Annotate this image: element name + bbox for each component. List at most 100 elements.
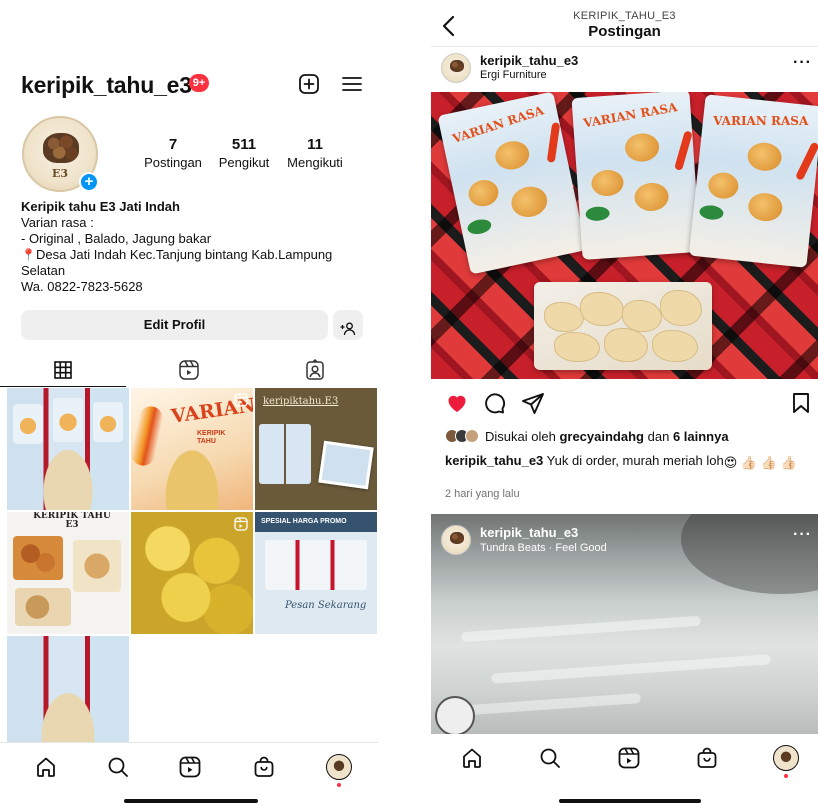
edit-profile-button[interactable]: Edit Profil — [21, 310, 328, 340]
bottom-navigation — [0, 742, 378, 792]
liked-by-user[interactable]: grecyaindahg — [559, 429, 644, 444]
plus-square-icon[interactable] — [298, 73, 320, 95]
grid-e3-header: KERIPIK TAHU E3 — [33, 512, 111, 530]
post-photo[interactable]: VARIAN RASA VARIAN RASA VARIAN RASA — [431, 92, 818, 379]
product-pack: VARIAN RASA — [571, 92, 701, 260]
stat-posts[interactable]: 7 Postingan — [144, 136, 202, 170]
notification-dot — [784, 774, 788, 778]
heart-icon[interactable] — [445, 391, 469, 415]
thumbs-up-emoji-icon: 👍🏻 — [740, 455, 758, 470]
caption-username[interactable]: keripik_tahu_e3 — [445, 453, 543, 468]
next-post-audio[interactable]: Tundra Beats · Feel Good — [480, 542, 607, 554]
home-icon[interactable] — [460, 746, 484, 770]
stat-followers-count: 511 — [231, 136, 257, 153]
comment-icon[interactable] — [482, 391, 506, 415]
product-pack: VARIAN RASA — [437, 92, 587, 275]
profile-username[interactable]: keripik_tahu_e3 — [21, 72, 192, 99]
bio-name: Keripik tahu E3 Jati Indah — [21, 199, 180, 214]
liked-by-row[interactable]: Disukai oleh grecyaindahg dan 6 lainnya — [445, 428, 729, 444]
profile-avatar-icon[interactable] — [773, 745, 799, 771]
home-indicator — [559, 799, 701, 803]
bio-location: 📍Desa Jati Indah Kec.Tanjung bintang Kab… — [21, 247, 351, 279]
share-icon[interactable] — [521, 391, 545, 415]
grid-post-7[interactable] — [7, 636, 129, 742]
next-post-author-avatar[interactable] — [441, 525, 471, 555]
stat-followers-label: Pengikut — [218, 155, 270, 170]
reels-icon[interactable] — [178, 755, 202, 779]
grid-icon — [53, 360, 73, 380]
stat-followers[interactable]: 511 Pengikut — [216, 136, 272, 170]
thumbs-up-emoji-icon: 👍🏻 — [780, 455, 797, 470]
post-caption: keripik_tahu_e3 Yuk di order, murah meri… — [445, 453, 805, 471]
liker-avatar — [465, 429, 479, 443]
bio-line: - Original , Balado, Jagung bakar — [21, 231, 212, 246]
bio-line: Wa. 0822-7823-5628 — [21, 279, 143, 294]
reels-icon[interactable] — [617, 746, 641, 770]
add-story-plus-icon[interactable]: + — [79, 172, 99, 192]
stat-following-count: 11 — [307, 136, 323, 153]
caption-text: Yuk di order, murah meriah loh — [546, 453, 724, 468]
more-options-icon[interactable]: ··· — [793, 54, 812, 72]
stat-following[interactable]: 11 Mengikuti — [285, 136, 345, 170]
plain-chips-bag — [534, 282, 712, 370]
grid-post-3[interactable]: keripiktahu.E3 — [255, 388, 377, 510]
next-post-video[interactable]: keripik_tahu_e3 Tundra Beats · Feel Good… — [431, 514, 818, 734]
grid-post-6[interactable]: SPESIAL HARGA PROMO Pesan Sekarang — [255, 512, 377, 634]
post-header-username: KERIPIK_TAHU_E3 — [573, 10, 676, 22]
tofu-chips-logo — [43, 133, 79, 163]
reel-indicator-icon — [234, 393, 248, 407]
bio-location-text: Desa Jati Indah Kec.Tanjung bintang Kab.… — [21, 247, 333, 278]
tab-grid[interactable] — [0, 353, 126, 387]
grid-post-5[interactable] — [131, 512, 253, 634]
bookmark-icon[interactable] — [789, 391, 813, 415]
liked-prefix: Disukai oleh — [485, 428, 556, 444]
profile-tabs — [0, 353, 378, 387]
grid-post-4[interactable]: KERIPIK TAHU E3 — [7, 512, 129, 634]
search-icon[interactable] — [538, 746, 562, 770]
pack-title: VARIAN RASA — [582, 100, 679, 131]
home-indicator — [124, 799, 258, 803]
post-author-sub[interactable]: Ergi Furniture — [480, 69, 547, 81]
watermark-logo — [435, 696, 475, 734]
reel-indicator-icon — [234, 517, 248, 531]
next-post-author-name[interactable]: keripik_tahu_e3 — [480, 525, 578, 540]
shop-icon[interactable] — [695, 746, 719, 770]
discover-people-button[interactable] — [333, 310, 363, 340]
post-timestamp: 2 hari yang lalu — [445, 488, 520, 500]
grid-brand-text: keripiktahu.E3 — [263, 396, 339, 407]
notification-badge[interactable]: 9+ — [189, 74, 209, 92]
liked-others[interactable]: 6 lainnya — [673, 429, 729, 444]
location-pin-icon: 📍 — [21, 248, 36, 262]
liked-mid: dan — [647, 428, 670, 444]
bottom-navigation — [431, 734, 818, 790]
post-header-title: Postingan — [588, 23, 661, 40]
stat-posts-count: 7 — [168, 136, 178, 153]
heart-eyes-emoji-icon: 😍 — [723, 455, 738, 470]
profile-bio: Keripik tahu E3 Jati Indah Varian rasa :… — [21, 199, 351, 295]
stat-following-label: Mengikuti — [287, 155, 343, 170]
post-screen: KERIPIK_TAHU_E3 Postingan keripik_tahu_e… — [431, 0, 818, 805]
notification-dot — [337, 783, 341, 787]
more-options-icon[interactable]: ··· — [793, 526, 812, 544]
posts-grid: VARIAN KERIPIK TAHU keripiktahu.E3 KERIP… — [7, 388, 377, 742]
product-pack: VARIAN RASA — [688, 94, 818, 268]
profile-avatar-icon[interactable] — [326, 754, 352, 780]
grid-post-2[interactable]: VARIAN KERIPIK TAHU — [131, 388, 253, 510]
bio-line: Varian rasa : — [21, 215, 94, 230]
grid-keripik-text: KERIPIK TAHU — [197, 430, 226, 445]
thumbs-up-emoji-icon: 👍🏻 — [760, 455, 777, 470]
tab-tagged[interactable] — [252, 353, 378, 387]
grid-promo-text: SPESIAL HARGA PROMO — [261, 518, 347, 525]
post-author-avatar[interactable] — [441, 53, 471, 83]
stat-posts-label: Postingan — [144, 155, 202, 170]
tab-reels[interactable] — [126, 353, 252, 387]
hamburger-menu-icon[interactable] — [341, 73, 363, 95]
grid-post-1[interactable] — [7, 388, 129, 510]
shop-icon[interactable] — [252, 755, 276, 779]
pack-title: VARIAN RASA — [450, 103, 546, 146]
search-icon[interactable] — [106, 755, 130, 779]
post-author-name[interactable]: keripik_tahu_e3 — [480, 53, 578, 68]
header-divider — [431, 46, 818, 47]
home-icon[interactable] — [34, 755, 58, 779]
pack-title: VARIAN RASA — [713, 114, 809, 129]
